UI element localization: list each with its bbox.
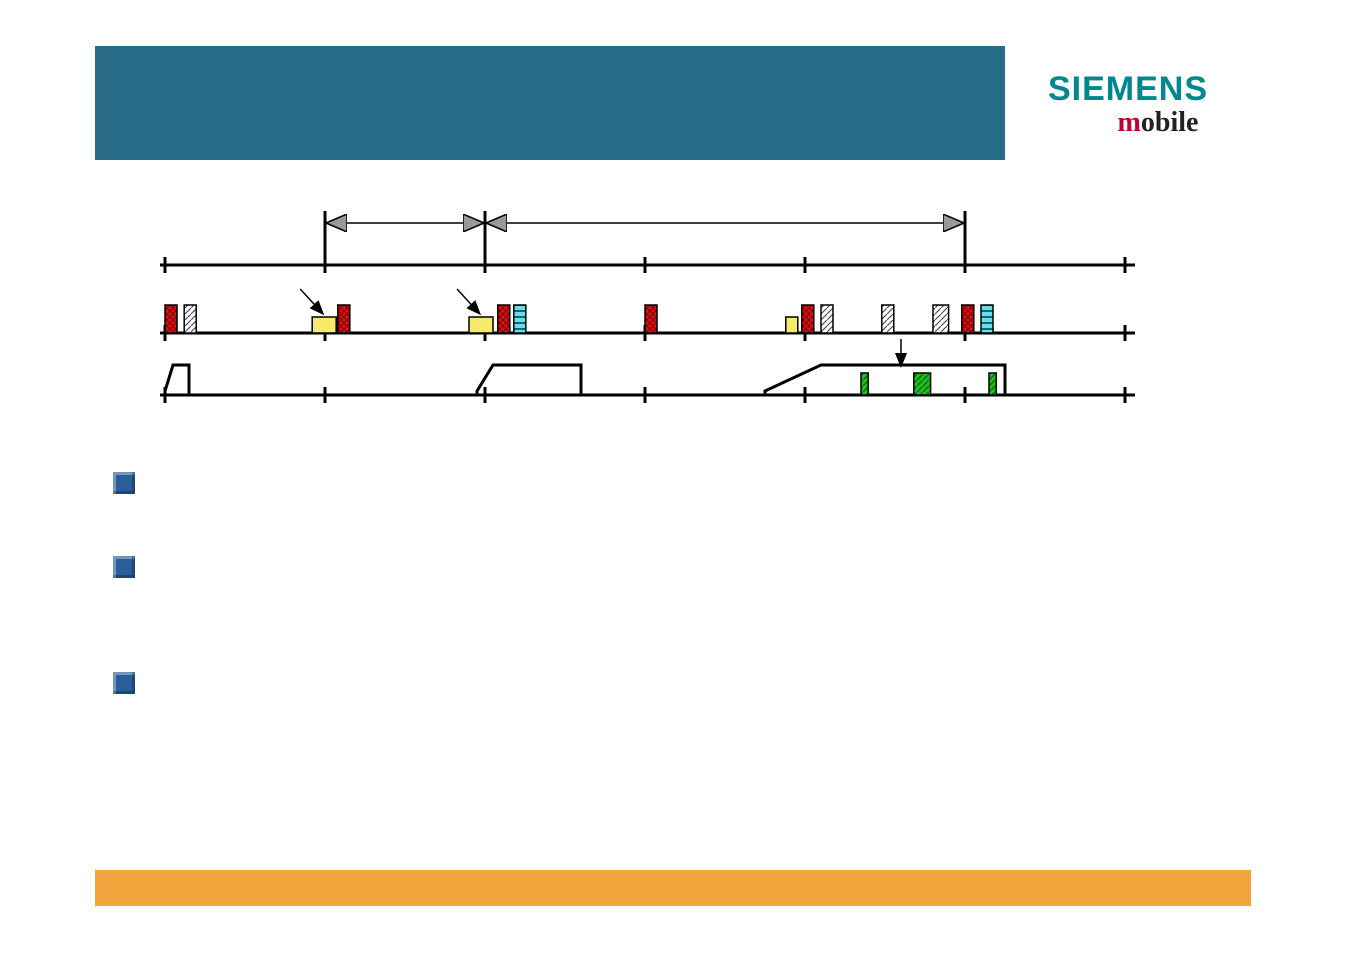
logo-box: SIEMENS mobile: [1005, 46, 1251, 160]
timing-diagram: [95, 170, 1251, 430]
footer-bar: [95, 870, 1251, 906]
bullet-2: [113, 556, 135, 578]
slide: SIEMENS mobile: [0, 0, 1351, 954]
bullet-3: [113, 672, 135, 694]
logo-siemens: SIEMENS: [1005, 70, 1251, 109]
logo-mobile: mobile: [1005, 107, 1251, 139]
bullet-1: [113, 472, 135, 494]
